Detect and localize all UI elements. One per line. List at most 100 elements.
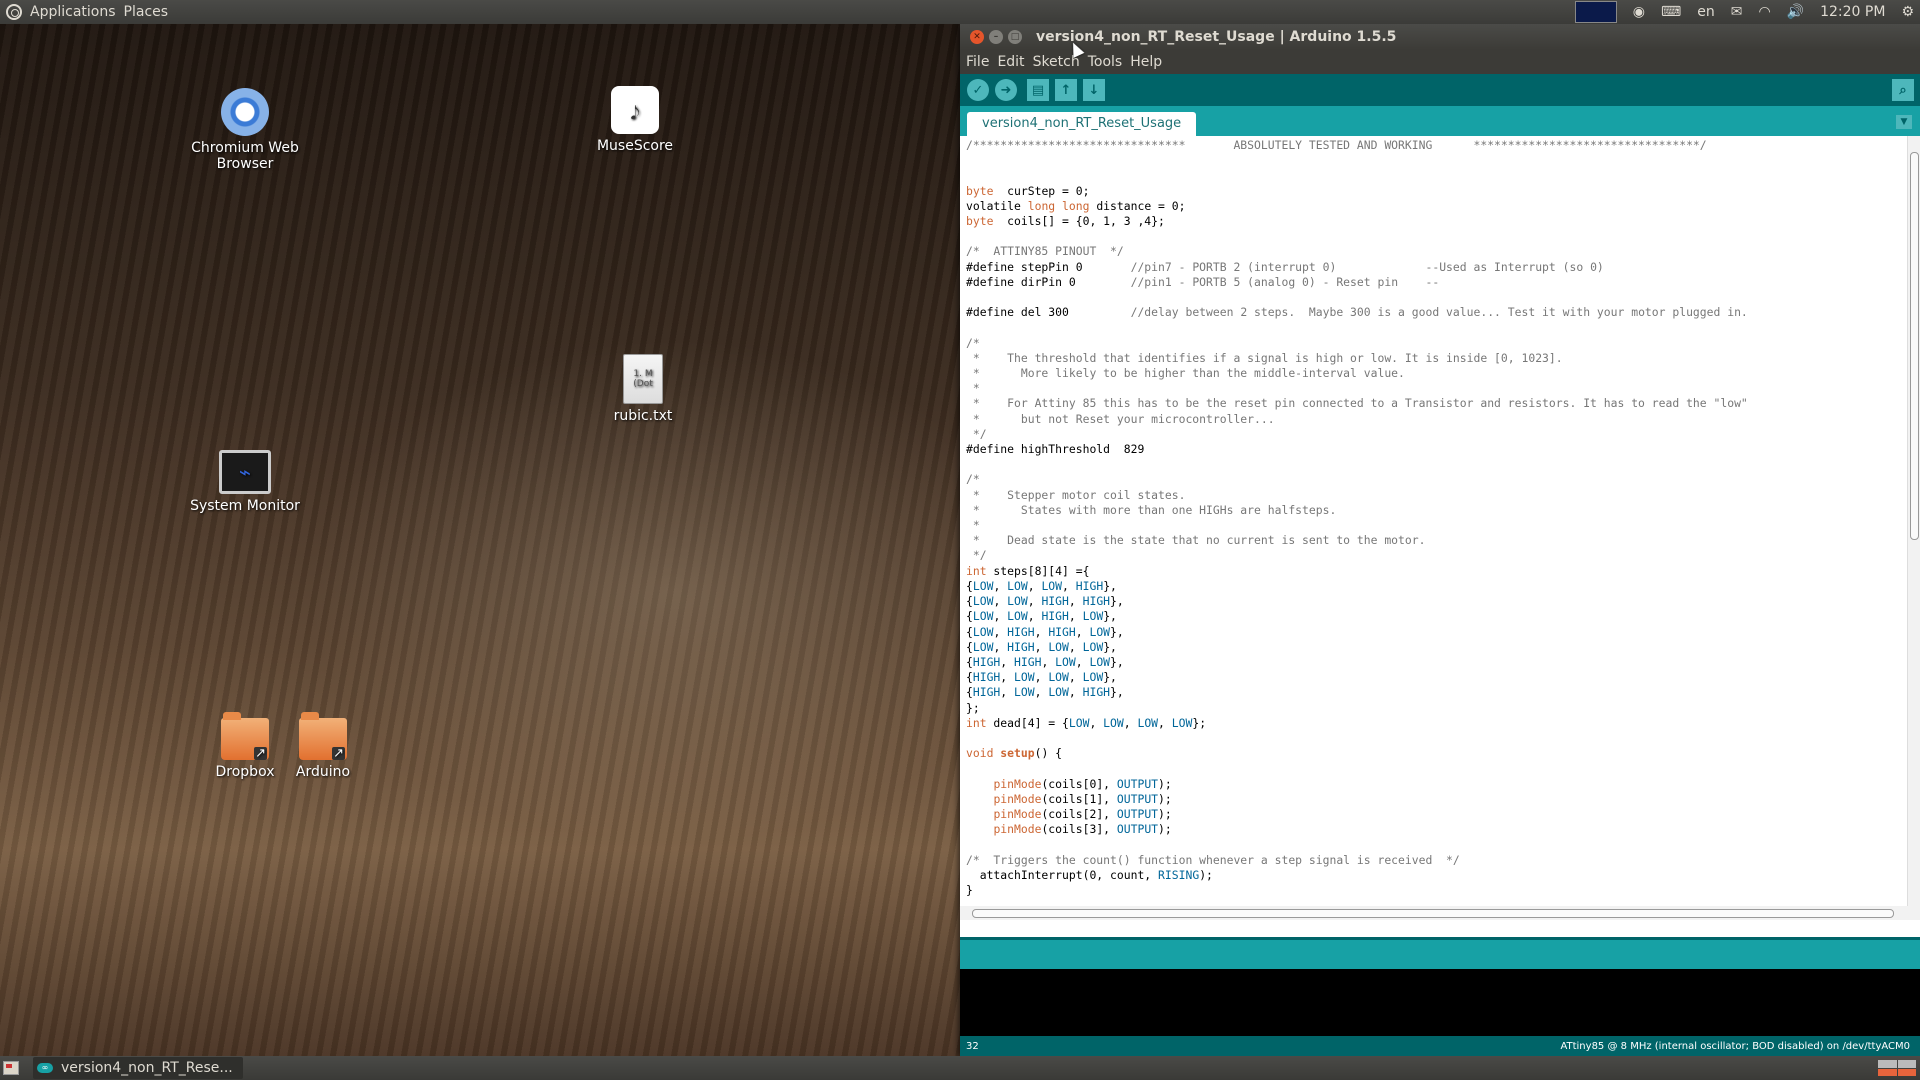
code-line: {HIGH, LOW, LOW, LOW}, xyxy=(966,670,1748,685)
scrollbar-thumb[interactable] xyxy=(1910,152,1919,540)
status-footer: 32 ATtiny85 @ 8 MHz (internal oscillator… xyxy=(960,1036,1920,1056)
code-line: int dead[4] = {LOW, LOW, LOW, LOW}; xyxy=(966,716,1748,731)
show-desktop-icon[interactable] xyxy=(3,1061,19,1075)
code-token: RISING xyxy=(1158,867,1200,882)
code-token: HIGH xyxy=(1007,624,1035,639)
tab-menu-chevron-down-icon[interactable]: ▼ xyxy=(1896,115,1912,129)
code-line: #define highThreshold 829 xyxy=(966,442,1748,457)
serial-monitor-button[interactable]: ⌕ xyxy=(1892,79,1914,101)
code-token: (coils[2], xyxy=(1041,806,1117,821)
arduino-icon: ∞ xyxy=(37,1063,53,1073)
desktop-icon-label: Chromium Web Browser xyxy=(191,140,299,172)
keyboard-icon[interactable]: ⌨ xyxy=(1661,4,1681,20)
open-button[interactable]: ↑ xyxy=(1055,79,1077,101)
code-token: }, xyxy=(1103,609,1117,624)
code-line: * For Attiny 85 this has to be the reset… xyxy=(966,396,1748,411)
code-token: LOW xyxy=(1007,609,1028,624)
dropbox-tray-icon[interactable]: ◉ xyxy=(1633,4,1645,20)
code-token: LOW xyxy=(1048,685,1069,700)
menu-places[interactable]: Places xyxy=(124,4,169,20)
menu-applications[interactable]: Applications xyxy=(30,4,116,20)
desktop-icon-rubic-txt[interactable]: 1. M (Dot rubic.txt xyxy=(578,354,708,424)
horizontal-scrollbar[interactable] xyxy=(960,906,1920,920)
minimize-icon[interactable]: – xyxy=(989,30,1003,44)
system-monitor-applet[interactable] xyxy=(1574,1,1617,23)
workspace-4[interactable] xyxy=(1897,1068,1916,1076)
code-token: , xyxy=(1089,715,1104,730)
code-token: pinMode xyxy=(993,776,1042,791)
top-panel: Applications Places ◉ ⌨ en ✉ ◠ 🔊 12:20 P… xyxy=(0,0,1920,24)
gear-icon[interactable]: ⚙ xyxy=(1901,4,1914,20)
code-line: {HIGH, HIGH, LOW, LOW}, xyxy=(966,655,1748,670)
code-token: dead[4] = { xyxy=(986,715,1069,730)
code-token: { xyxy=(966,578,973,593)
code-token: */ xyxy=(966,426,987,441)
menu-file[interactable]: File xyxy=(966,54,989,70)
volume-icon[interactable]: 🔊 xyxy=(1787,4,1804,20)
vertical-scrollbar[interactable] xyxy=(1907,136,1920,906)
keyboard-layout[interactable]: en xyxy=(1697,4,1715,20)
taskbar-item-arduino[interactable]: ∞ version4_non_RT_Rese... xyxy=(33,1057,243,1079)
code-line: * xyxy=(966,518,1748,533)
code-line: {LOW, LOW, HIGH, LOW}, xyxy=(966,609,1748,624)
code-token: , xyxy=(1000,654,1015,669)
wifi-icon[interactable]: ◠ xyxy=(1758,4,1770,20)
mail-icon[interactable]: ✉ xyxy=(1731,4,1743,20)
musescore-icon: 𝆕 xyxy=(611,86,659,134)
scrollbar-thumb[interactable] xyxy=(972,909,1894,918)
window-titlebar[interactable]: ✕ – □ version4_non_RT_Reset_Usage | Ardu… xyxy=(960,24,1920,50)
workspace-1[interactable] xyxy=(1878,1060,1897,1068)
desktop-icon-arduino[interactable]: Arduino xyxy=(258,712,388,780)
workspace-3[interactable] xyxy=(1878,1068,1897,1076)
code-token: HIGH xyxy=(972,670,1001,685)
code-token: /******************************* ABSOLUT… xyxy=(966,138,1707,152)
code-line: byte curStep = 0; xyxy=(966,184,1748,199)
code-token: ); xyxy=(1158,791,1172,806)
code-token: , xyxy=(1075,654,1090,669)
code-editor[interactable]: /******************************* ABSOLUT… xyxy=(960,136,1908,906)
maximize-icon[interactable]: □ xyxy=(1008,30,1022,44)
code-token: long long xyxy=(1027,198,1090,213)
arduino-window: ✕ – □ version4_non_RT_Reset_Usage | Ardu… xyxy=(960,24,1920,1056)
workspace-switcher[interactable] xyxy=(1878,1060,1916,1076)
system-monitor-icon: ⌁ xyxy=(219,450,271,494)
code-token: , xyxy=(993,594,1008,609)
desktop-icon-label: MuseScore xyxy=(596,138,674,154)
console-output[interactable] xyxy=(960,969,1920,1036)
code-token: HIGH xyxy=(972,685,1001,700)
desktop-icon-musescore[interactable]: 𝆕 MuseScore xyxy=(570,86,700,154)
desktop-icon-system-monitor[interactable]: ⌁ System Monitor xyxy=(180,450,310,514)
code-token: } xyxy=(966,882,973,897)
menu-tools[interactable]: Tools xyxy=(1088,54,1123,70)
menu-help[interactable]: Help xyxy=(1130,54,1162,70)
code-token: LOW xyxy=(972,578,994,593)
code-line: {LOW, HIGH, LOW, LOW}, xyxy=(966,640,1748,655)
tab-sketch[interactable]: version4_non_RT_Reset_Usage xyxy=(967,112,1197,136)
save-button[interactable]: ↓ xyxy=(1083,79,1105,101)
workspace-2[interactable] xyxy=(1897,1060,1916,1068)
new-button[interactable]: ▤ xyxy=(1027,79,1049,101)
code-text[interactable]: /******************************* ABSOLUT… xyxy=(966,138,1748,906)
menu-edit[interactable]: Edit xyxy=(997,54,1024,70)
upload-button[interactable]: ➜ xyxy=(995,79,1017,101)
verify-button[interactable]: ✓ xyxy=(967,79,989,101)
code-token: { xyxy=(966,670,973,685)
line-number: 32 xyxy=(966,1040,979,1052)
code-token: , xyxy=(1041,654,1056,669)
code-token: , xyxy=(1027,609,1042,624)
code-line: * The threshold that identifies if a sig… xyxy=(966,351,1748,366)
clock[interactable]: 12:20 PM xyxy=(1820,4,1885,20)
code-token: volatile xyxy=(966,198,1028,213)
desktop-icon-chromium[interactable]: Chromium Web Browser xyxy=(180,88,310,172)
code-line: #define del 300 //delay between 2 steps.… xyxy=(966,305,1748,320)
ubuntu-logo-icon[interactable] xyxy=(6,4,22,20)
code-token: , xyxy=(1000,685,1015,700)
code-token: HIGH xyxy=(1014,654,1042,669)
close-icon[interactable]: ✕ xyxy=(970,30,984,44)
code-token: int xyxy=(966,563,987,578)
code-token: , xyxy=(1034,624,1049,639)
